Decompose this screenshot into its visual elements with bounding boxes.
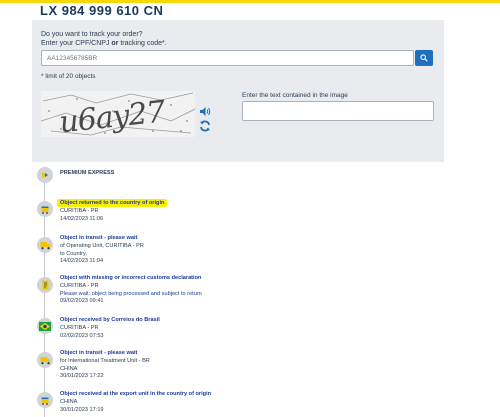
event-4: Object received by Correios do Brasil CU… <box>60 317 160 340</box>
event-location: CHINA <box>60 398 78 405</box>
captcha-tools <box>199 106 211 132</box>
event-3: Object with missing or incorrect customs… <box>60 275 202 306</box>
event-datetime: 14/02/2023 11:04 <box>60 258 104 265</box>
tracking-code-input[interactable] <box>41 50 414 66</box>
event-2: Object in transit - please wait of Opera… <box>60 235 144 266</box>
truck-icon <box>37 237 53 253</box>
event-destination: for International Treatment Unit - BR <box>60 357 150 364</box>
captcha-image: u6ay27 <box>41 91 195 137</box>
captcha-input[interactable] <box>242 101 434 121</box>
tracking-code-title: LX 984 999 610 CN <box>40 3 164 18</box>
event-location: CURITIBA - PR <box>60 324 99 331</box>
prompt-line-2-start: Enter your CPF/CNPJ <box>41 39 112 47</box>
event-datetime: 09/02/2023 09:41 <box>60 298 104 305</box>
event-note: Please wait: object being processed and … <box>60 290 202 297</box>
event-status: Object received by Correios do Brasil <box>60 317 160 323</box>
event-country: CHINA <box>60 365 78 372</box>
search-button[interactable] <box>415 50 433 66</box>
tracking-prompt: Do you want to track your order? Enter y… <box>41 31 167 48</box>
prompt-line-2-end: tracking code*. <box>118 39 167 47</box>
captcha-label: Enter the text contained in the image <box>242 92 348 99</box>
carrier-icon <box>37 167 53 183</box>
event-location: CURITIBA - PR <box>60 282 99 289</box>
event-1: Object returned to the country of origin… <box>57 199 168 223</box>
carrier-name: PREMIUM EXPRESS <box>60 170 115 176</box>
search-icon <box>420 54 428 62</box>
event-datetime: 14/02/2023 11:06 <box>60 215 104 222</box>
prompt-line-1: Do you want to track your order? <box>41 31 143 38</box>
limit-note: * limit of 20 objects <box>41 73 96 80</box>
event-6: Object received at the export unit in th… <box>60 391 211 414</box>
package-icon <box>37 392 53 408</box>
event-datetime: 02/02/2023 07:53 <box>60 332 104 339</box>
document-icon <box>37 277 53 293</box>
event-datetime: 30/01/2023 17:22 <box>60 373 104 380</box>
truck-icon <box>37 352 53 368</box>
event-status: Object in transit - please wait <box>60 350 138 356</box>
brazil-flag-icon <box>37 318 53 334</box>
prompt-line-2: Enter your CPF/CNPJ or tracking code*. <box>41 40 167 49</box>
speaker-icon[interactable] <box>199 106 211 117</box>
event-status: Object with missing or incorrect customs… <box>60 275 202 281</box>
event-datetime: 30/01/2023 17:19 <box>60 406 104 413</box>
event-origin: of Operating Unit, CURITIBA - PR <box>60 242 144 249</box>
event-status-highlighted: Object returned to the country of origin <box>57 199 168 207</box>
event-status: Object received at the export unit in th… <box>60 391 212 397</box>
event-5: Object in transit - please wait for Inte… <box>60 350 150 381</box>
refresh-icon[interactable] <box>199 120 211 132</box>
event-location: CURITIBA - PR <box>60 207 99 214</box>
event-status: Object in transit - please wait <box>60 235 138 241</box>
event-destination: to Country, <box>60 250 87 257</box>
package-icon <box>37 201 53 217</box>
